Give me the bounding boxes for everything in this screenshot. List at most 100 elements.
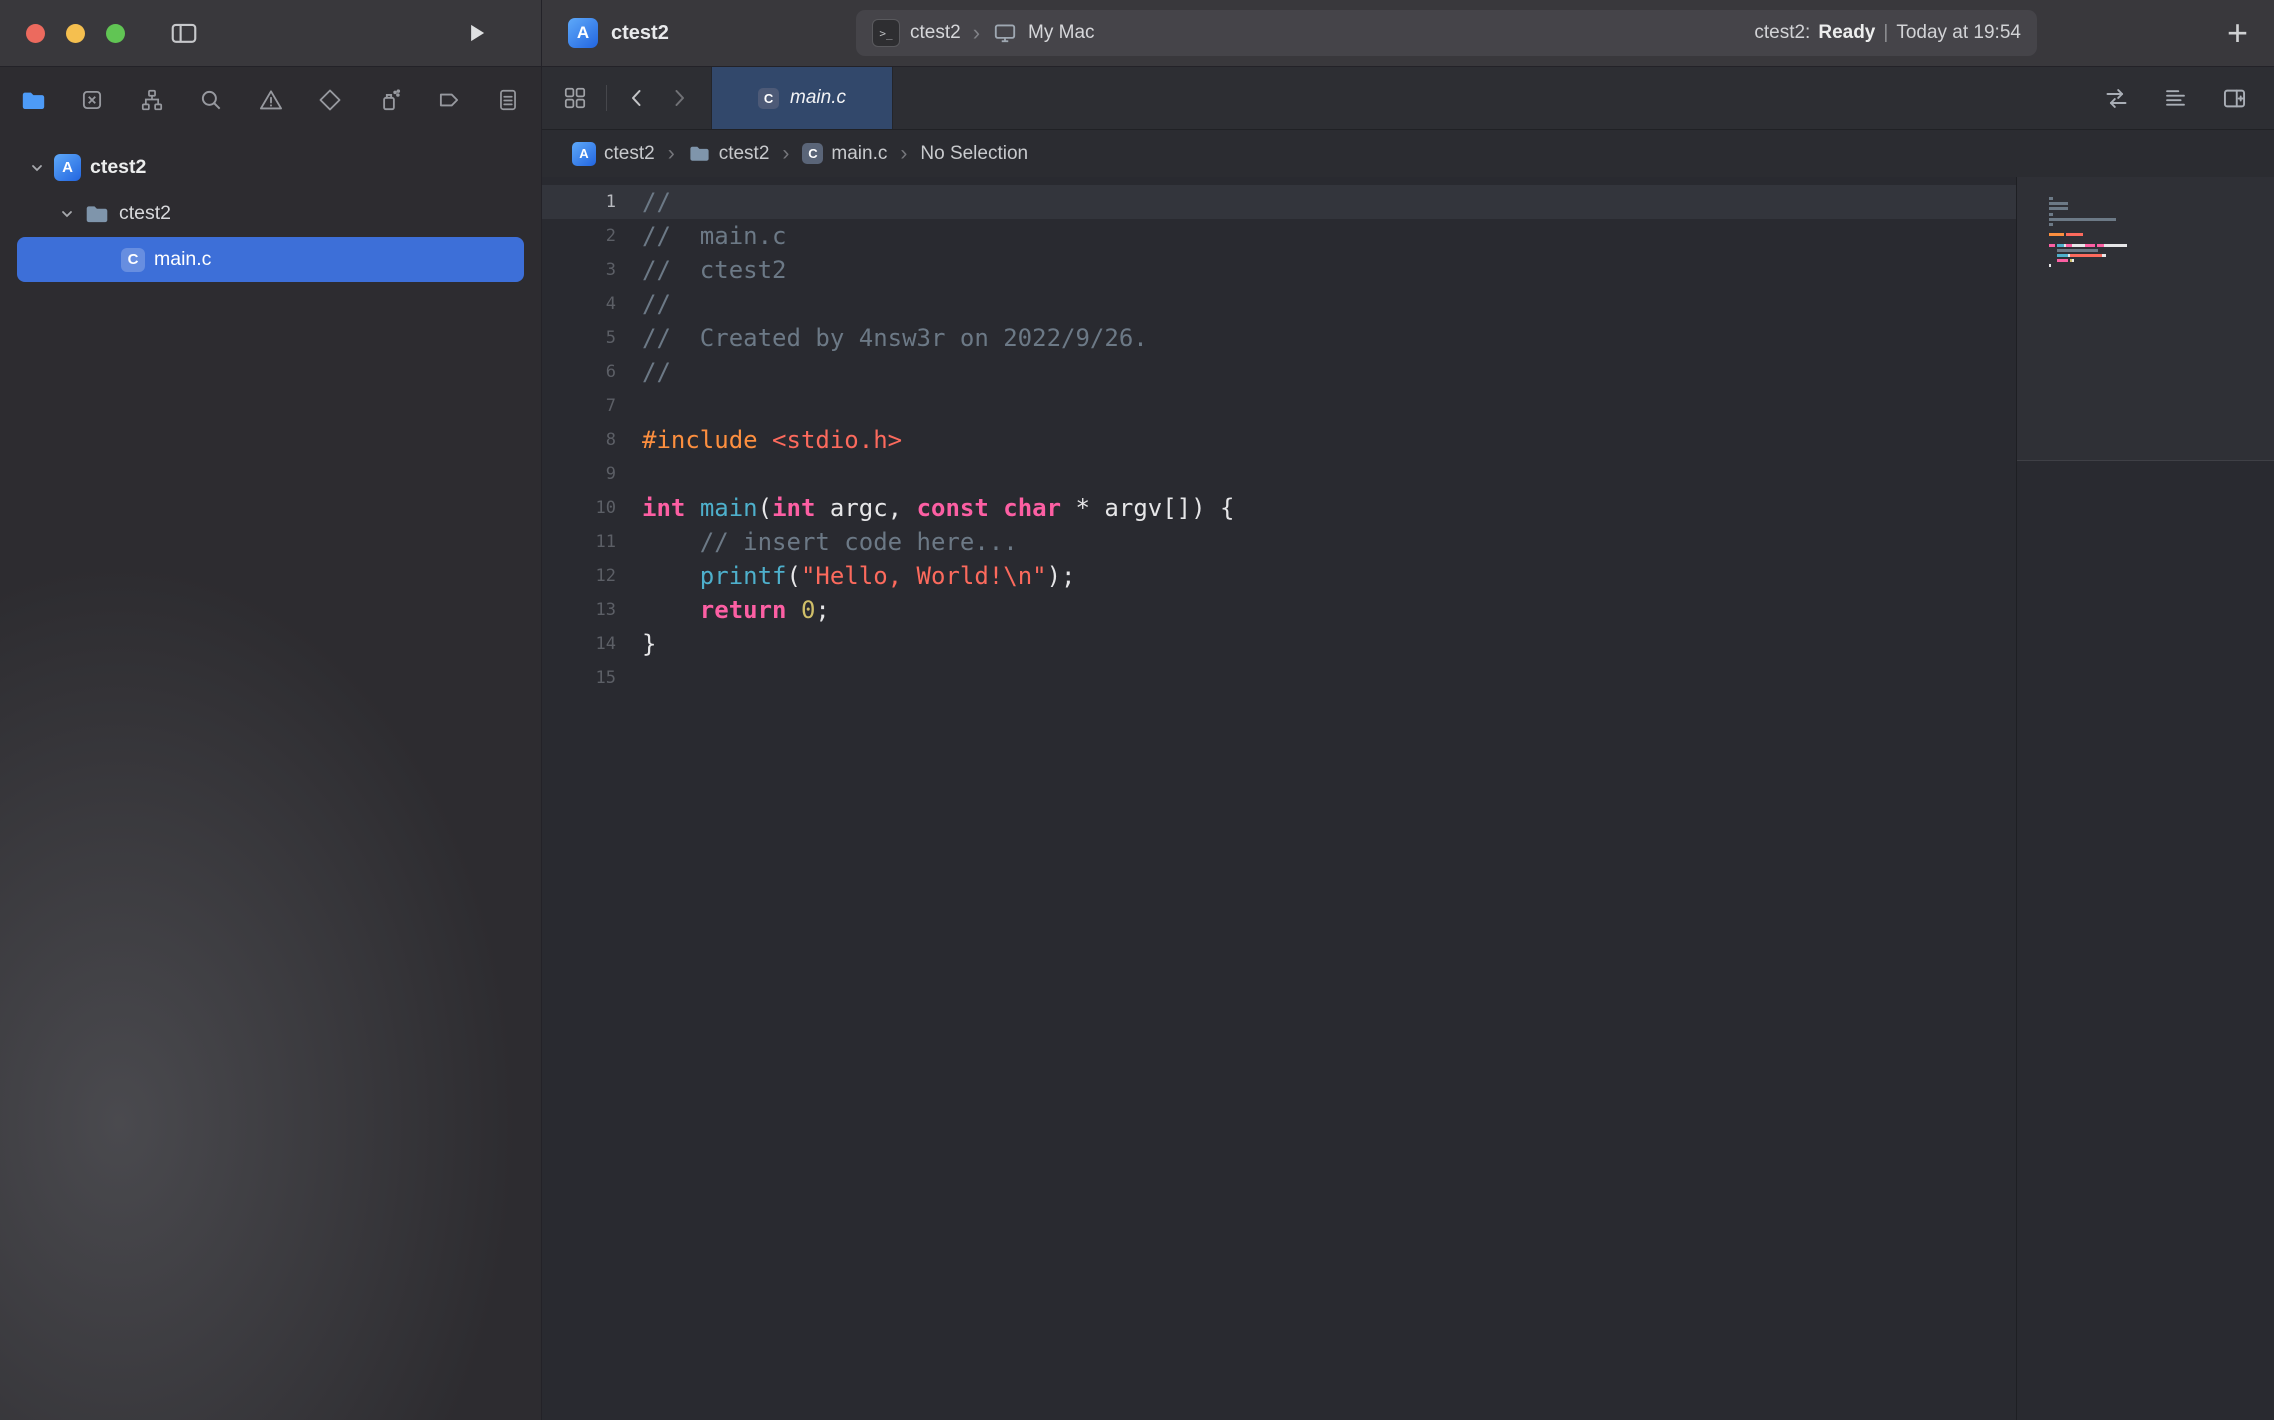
line-number[interactable]: 1 xyxy=(542,185,616,219)
code-review-icon[interactable] xyxy=(2103,85,2130,112)
minimap-code xyxy=(2049,197,2274,273)
line-number[interactable]: 8 xyxy=(542,423,616,457)
c-file-icon: C xyxy=(121,248,145,272)
line-number[interactable]: 5 xyxy=(542,321,616,355)
line-number[interactable]: 3 xyxy=(542,253,616,287)
project-app-icon: A xyxy=(568,18,598,48)
status-time: Today at 19:54 xyxy=(1896,22,2021,44)
toolbar-sidebar-section xyxy=(0,0,542,66)
jump-bar: A ctest2 › ctest2 › C main.c › No Sel xyxy=(542,130,2274,177)
minimap-toggle-icon[interactable] xyxy=(2162,85,2189,112)
related-items-grid-icon[interactable] xyxy=(562,85,588,111)
chevron-icon: › xyxy=(778,142,793,166)
code-line[interactable]: 8#include <stdio.h> xyxy=(542,423,2016,457)
line-number[interactable]: 7 xyxy=(542,389,616,423)
tree-item-project[interactable]: A ctest2 xyxy=(17,145,524,190)
add-button[interactable]: + xyxy=(2227,12,2248,54)
issue-navigator-icon[interactable] xyxy=(256,85,286,115)
code-line[interactable]: 15 xyxy=(542,661,2016,695)
close-window-button[interactable] xyxy=(26,24,45,43)
code-line[interactable]: 1// xyxy=(542,185,2016,219)
project-navigator-tree: A ctest2 ctest2 C main.c xyxy=(0,133,541,282)
status-text: ctest2: Ready | Today at 19:54 xyxy=(1754,22,2021,44)
code-line[interactable]: 9 xyxy=(542,457,2016,491)
line-number[interactable]: 14 xyxy=(542,627,616,661)
breadcrumb-project[interactable]: A ctest2 xyxy=(572,142,655,166)
breadcrumb-group[interactable]: ctest2 xyxy=(688,142,770,165)
breadcrumb-selection[interactable]: No Selection xyxy=(920,143,1028,165)
code-lines: 1//2// main.c3// ctest24//5// Created by… xyxy=(542,185,2016,695)
line-number[interactable]: 12 xyxy=(542,559,616,593)
tab-label: main.c xyxy=(790,87,846,109)
code-line[interactable]: 3// ctest2 xyxy=(542,253,2016,287)
code-line[interactable]: 4// xyxy=(542,287,2016,321)
line-number[interactable]: 13 xyxy=(542,593,616,627)
add-editor-icon[interactable] xyxy=(2221,85,2248,112)
project-app-icon: A xyxy=(572,142,596,166)
status-divider: | xyxy=(1883,22,1888,44)
status-state: Ready xyxy=(1818,22,1875,44)
source-editor: 1//2// main.c3// ctest24//5// Created by… xyxy=(542,177,2274,1420)
breakpoint-navigator-icon[interactable] xyxy=(434,85,464,115)
toggle-sidebar-icon[interactable] xyxy=(169,18,199,48)
breadcrumb-file[interactable]: C main.c xyxy=(802,143,887,165)
go-back-icon[interactable] xyxy=(625,86,649,110)
line-number[interactable]: 6 xyxy=(542,355,616,389)
go-forward-icon[interactable] xyxy=(667,86,691,110)
code-line[interactable]: 12 printf("Hello, World!\n"); xyxy=(542,559,2016,593)
test-navigator-icon[interactable] xyxy=(315,85,345,115)
c-file-icon: C xyxy=(758,88,779,109)
find-navigator-icon[interactable] xyxy=(196,85,226,115)
report-navigator-icon[interactable] xyxy=(493,85,523,115)
line-number[interactable]: 15 xyxy=(542,661,616,695)
editor-area: C main.c A cte xyxy=(542,67,2274,1420)
my-mac-icon xyxy=(992,20,1018,46)
debug-navigator-icon[interactable] xyxy=(374,85,404,115)
window-project-badge: A ctest2 xyxy=(568,18,856,48)
chevron-icon: › xyxy=(896,142,911,166)
breadcrumb-label: ctest2 xyxy=(604,143,655,165)
editor-options xyxy=(2103,67,2274,129)
disclosure-chevron-icon[interactable] xyxy=(59,207,75,221)
minimap-visible-region xyxy=(2017,177,2274,461)
code-line[interactable]: 5// Created by 4nsw3r on 2022/9/26. xyxy=(542,321,2016,355)
line-number[interactable]: 9 xyxy=(542,457,616,491)
code-line[interactable]: 6// xyxy=(542,355,2016,389)
toolbar: A ctest2 >_ ctest2 › My Mac ctest2: xyxy=(0,0,2274,67)
tab-bar-controls xyxy=(542,67,711,129)
code-line[interactable]: 10int main(int argc, const char * argv[]… xyxy=(542,491,2016,525)
code-line[interactable]: 2// main.c xyxy=(542,219,2016,253)
scheme-name[interactable]: ctest2 xyxy=(910,22,961,44)
window-controls xyxy=(26,24,125,43)
line-number[interactable]: 2 xyxy=(542,219,616,253)
project-navigator-icon[interactable] xyxy=(18,85,48,115)
source-control-navigator-icon[interactable] xyxy=(77,85,107,115)
run-button[interactable] xyxy=(463,20,489,46)
tab-bar: C main.c xyxy=(542,67,2274,130)
code-line[interactable]: 14} xyxy=(542,627,2016,661)
scheme-selector[interactable]: >_ ctest2 › My Mac xyxy=(872,19,1095,47)
symbol-navigator-icon[interactable] xyxy=(137,85,167,115)
toolbar-main-section: A ctest2 >_ ctest2 › My Mac ctest2: xyxy=(542,0,2274,66)
tree-item-group[interactable]: ctest2 xyxy=(17,191,524,236)
minimap[interactable] xyxy=(2016,177,2274,1420)
tree-item-file[interactable]: C main.c xyxy=(17,237,524,282)
navigator-tab-bar xyxy=(0,67,541,133)
line-number[interactable]: 11 xyxy=(542,525,616,559)
window-project-title: ctest2 xyxy=(611,22,669,45)
code-line[interactable]: 11 // insert code here... xyxy=(542,525,2016,559)
line-number[interactable]: 4 xyxy=(542,287,616,321)
folder-icon xyxy=(84,201,110,227)
code-line[interactable]: 13 return 0; xyxy=(542,593,2016,627)
run-destination[interactable]: My Mac xyxy=(1028,22,1095,44)
code-editor[interactable]: 1//2// main.c3// ctest24//5// Created by… xyxy=(542,177,2016,1420)
tree-item-label: ctest2 xyxy=(90,156,146,179)
activity-view: >_ ctest2 › My Mac ctest2: Ready | Today… xyxy=(856,10,2037,56)
minimize-window-button[interactable] xyxy=(66,24,85,43)
zoom-window-button[interactable] xyxy=(106,24,125,43)
editor-tab-main-c[interactable]: C main.c xyxy=(711,67,893,129)
code-line[interactable]: 7 xyxy=(542,389,2016,423)
breadcrumb-label: main.c xyxy=(831,143,887,165)
line-number[interactable]: 10 xyxy=(542,491,616,525)
disclosure-chevron-icon[interactable] xyxy=(29,161,45,175)
